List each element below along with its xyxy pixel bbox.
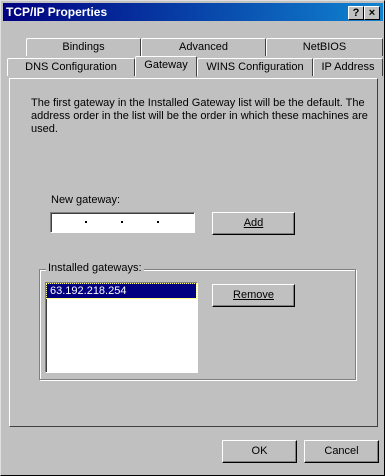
- cancel-button-label: Cancel: [324, 445, 359, 457]
- ok-button-label: OK: [251, 445, 268, 457]
- tab-advanced[interactable]: Advanced: [141, 38, 266, 56]
- window-title: TCP/IP Properties: [6, 5, 108, 19]
- tab-gateway-label: Gateway: [144, 59, 188, 71]
- installed-gateways-label: Installed gateways:: [46, 262, 144, 274]
- title-bar: TCP/IP Properties ? ×: [3, 3, 383, 21]
- remove-button[interactable]: Remove: [212, 284, 295, 307]
- tab-bindings[interactable]: Bindings: [26, 38, 141, 56]
- close-button[interactable]: ×: [364, 6, 380, 20]
- gateway-description: The first gateway in the Installed Gatew…: [31, 97, 368, 135]
- tab-netbios[interactable]: NetBIOS: [266, 38, 383, 56]
- ok-button[interactable]: OK: [222, 440, 297, 463]
- tab-netbios-label: NetBIOS: [302, 41, 347, 53]
- tab-dns-configuration[interactable]: DNS Configuration: [7, 58, 135, 76]
- tab-wins-configuration[interactable]: WINS Configuration: [197, 58, 313, 76]
- tab-wins-configuration-label: WINS Configuration: [206, 61, 304, 73]
- remove-button-label: Remove: [233, 289, 274, 301]
- tab-ip-address-label: IP Address: [321, 61, 375, 73]
- ip-separator-dot: [121, 221, 123, 223]
- list-item[interactable]: 63.192.218.254: [46, 283, 197, 299]
- new-gateway-label: New gateway:: [51, 194, 121, 206]
- ip-separator-dot: [157, 221, 159, 223]
- tcpip-properties-dialog: TCP/IP Properties ? × Bindings Advanced …: [0, 0, 385, 476]
- help-button[interactable]: ?: [348, 6, 364, 20]
- add-button-label: Add: [243, 217, 264, 229]
- tab-bindings-label: Bindings: [62, 41, 105, 53]
- tab-gateway[interactable]: Gateway: [135, 56, 197, 77]
- help-icon: ?: [352, 7, 360, 19]
- tab-dns-configuration-label: DNS Configuration: [25, 61, 117, 73]
- cancel-button[interactable]: Cancel: [304, 440, 379, 463]
- new-gateway-input[interactable]: [50, 212, 195, 233]
- add-button[interactable]: Add: [212, 212, 295, 235]
- tab-advanced-label: Advanced: [179, 41, 228, 53]
- tab-ip-address[interactable]: IP Address: [313, 58, 383, 76]
- close-icon: ×: [368, 7, 376, 19]
- ip-separator-dot: [85, 221, 87, 223]
